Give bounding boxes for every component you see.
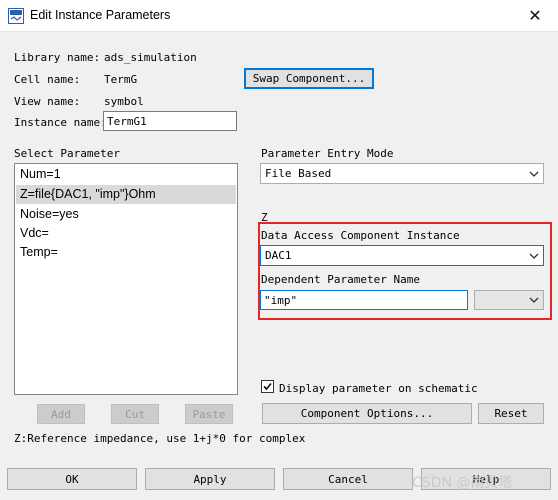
- dac-instance-select[interactable]: DAC1: [260, 245, 544, 266]
- close-icon[interactable]: ✕: [524, 6, 546, 26]
- library-name-label: Library name:: [14, 51, 101, 64]
- apply-button[interactable]: Apply: [145, 468, 275, 490]
- parameter-list[interactable]: Num=1 Z=file{DAC1, "imp"}Ohm Noise=yes V…: [14, 163, 238, 395]
- entry-mode-value: File Based: [265, 167, 332, 180]
- window-title: Edit Instance Parameters: [30, 8, 171, 22]
- entry-mode-label: Parameter Entry Mode: [261, 147, 394, 160]
- dependent-param-input[interactable]: "imp": [260, 290, 468, 310]
- watermark: CSDN @南贝塔: [412, 475, 513, 491]
- component-options-button[interactable]: Component Options...: [262, 403, 472, 424]
- reset-button[interactable]: Reset: [478, 403, 544, 424]
- cancel-button[interactable]: Cancel: [283, 468, 413, 490]
- chevron-down-icon: [529, 171, 539, 177]
- display-parameter-label: Display parameter on schematic: [279, 382, 478, 395]
- help-text: Z:Reference impedance, use 1+j*0 for com…: [14, 432, 306, 445]
- list-item[interactable]: Noise=yes: [16, 205, 236, 224]
- view-name-value: symbol: [104, 95, 144, 108]
- cell-name-value: TermG: [104, 73, 138, 86]
- chevron-down-icon: [529, 297, 539, 303]
- cell-name-label: Cell name:: [14, 73, 81, 86]
- list-item[interactable]: Num=1: [16, 165, 236, 184]
- select-parameter-label: Select Parameter: [14, 147, 120, 160]
- list-item[interactable]: Vdc=: [16, 224, 236, 243]
- check-icon: [263, 382, 272, 391]
- instance-name-input[interactable]: TermG1: [103, 111, 237, 131]
- entry-mode-select[interactable]: File Based: [260, 163, 544, 184]
- library-name-value: ads_simulation: [104, 51, 197, 64]
- display-parameter-checkbox[interactable]: [261, 380, 274, 393]
- unit-select[interactable]: [474, 290, 544, 310]
- list-item[interactable]: Temp=: [16, 243, 236, 262]
- list-item-selected[interactable]: Z=file{DAC1, "imp"}Ohm: [16, 185, 236, 204]
- view-name-label: View name:: [14, 95, 81, 108]
- cut-button[interactable]: Cut: [111, 404, 159, 424]
- ok-button[interactable]: OK: [7, 468, 137, 490]
- swap-component-button[interactable]: Swap Component...: [244, 68, 374, 89]
- dependent-param-label: Dependent Parameter Name: [261, 273, 420, 286]
- app-icon: [8, 8, 24, 24]
- dac-instance-value: DAC1: [265, 249, 292, 262]
- paste-button[interactable]: Paste: [185, 404, 233, 424]
- instance-name-label: Instance name:: [14, 116, 107, 129]
- add-button[interactable]: Add: [37, 404, 85, 424]
- chevron-down-icon: [529, 253, 539, 259]
- dac-label: Data Access Component Instance: [261, 229, 460, 242]
